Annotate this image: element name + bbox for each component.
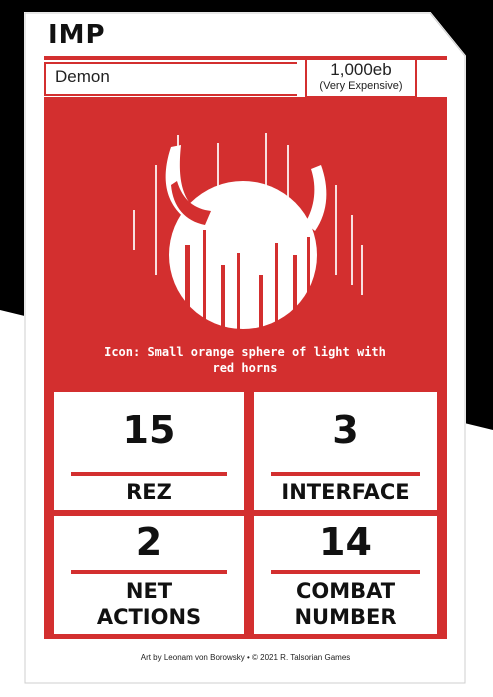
card-type: Demon xyxy=(55,67,110,86)
stat-combat-number: 14 COMBAT NUMBER xyxy=(254,516,437,634)
rez-label: REZ xyxy=(126,480,172,504)
net-actions-label-line1: NET xyxy=(125,579,173,603)
icon-caption: Icon: Small orange sphere of light with … xyxy=(104,345,386,375)
interface-rule xyxy=(271,472,420,476)
net-actions-rule xyxy=(71,570,227,574)
cost-value: 1,000eb xyxy=(330,60,392,79)
interface-value: 3 xyxy=(332,408,359,452)
imp-illustration xyxy=(133,133,363,340)
cost-note: (Very Expensive) xyxy=(319,80,403,92)
net-actions-value: 2 xyxy=(135,520,163,564)
combat-number-label-line2: NUMBER xyxy=(294,605,397,629)
combat-number-label-line1: COMBAT xyxy=(295,579,396,603)
combat-number-value: 14 xyxy=(319,520,372,564)
stat-net-actions: 2 NET ACTIONS xyxy=(54,516,244,634)
net-actions-label-line2: ACTIONS xyxy=(96,605,202,629)
stat-rez: 15 REZ xyxy=(54,392,244,510)
rez-value: 15 xyxy=(122,408,176,452)
combat-number-rule xyxy=(271,570,420,574)
interface-label: INTERFACE xyxy=(281,480,410,504)
stat-interface: 3 INTERFACE xyxy=(254,392,437,510)
card-title: IMP xyxy=(48,20,106,50)
rez-rule xyxy=(71,472,227,476)
credits: Art by Leonam von Borowsky • © 2021 R. T… xyxy=(140,653,351,662)
